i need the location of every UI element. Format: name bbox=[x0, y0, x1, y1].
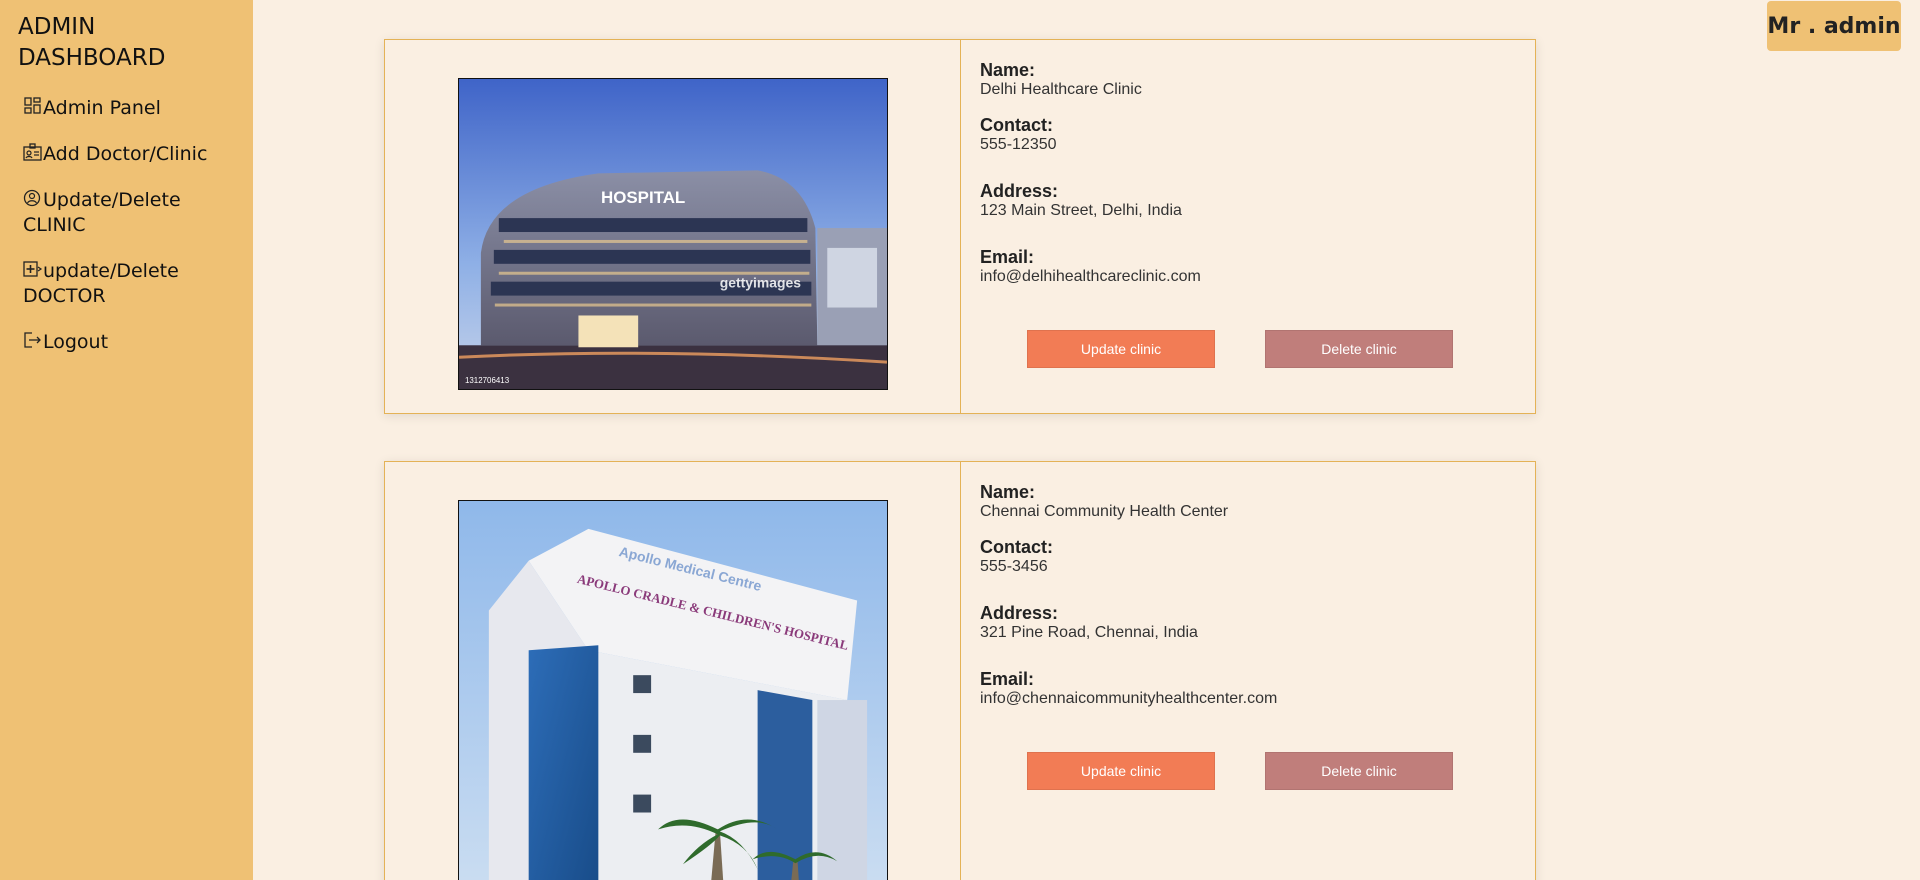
name-label: Name: bbox=[980, 60, 1036, 80]
name-label: Name: bbox=[980, 482, 1036, 502]
contact-label: Contact: bbox=[980, 537, 1053, 557]
sidebar-item-label: Logout bbox=[43, 331, 109, 353]
clinic-address: 321 Pine Road, Chennai, India bbox=[980, 624, 1198, 641]
clinic-address-field: Address: 321 Pine Road, Chennai, India bbox=[980, 603, 1198, 643]
clinic-card: Apollo Medical Centre APOLLO CRADLE & CH… bbox=[384, 461, 1536, 880]
sidebar-item-label: update/Delete DOCTOR bbox=[23, 260, 179, 307]
clinic-address-field: Address: 123 Main Street, Delhi, India bbox=[980, 181, 1182, 221]
update-clinic-button[interactable]: Update clinic bbox=[1027, 752, 1215, 790]
clinic-contact-field: Contact: 555-12350 bbox=[980, 115, 1057, 155]
clinic-email: info@chennaicommunityhealthcenter.com bbox=[980, 690, 1278, 707]
email-label: Email: bbox=[980, 669, 1035, 689]
dashboard-icon bbox=[23, 97, 43, 115]
id-card-icon bbox=[23, 143, 43, 161]
clinic-name-field: Name: Chennai Community Health Center bbox=[980, 482, 1228, 522]
sidebar-item-label: Update/Delete CLINIC bbox=[23, 189, 181, 236]
clinic-email-field: Email: info@delhihealthcareclinic.com bbox=[980, 247, 1201, 287]
user-circle-icon bbox=[23, 189, 43, 207]
clinic-name: Delhi Healthcare Clinic bbox=[980, 81, 1142, 98]
sidebar-item-label: Admin Panel bbox=[43, 97, 161, 119]
clinic-name-field: Name: Delhi Healthcare Clinic bbox=[980, 60, 1142, 100]
clinic-name: Chennai Community Health Center bbox=[980, 503, 1229, 520]
update-clinic-button[interactable]: Update clinic bbox=[1027, 330, 1215, 368]
logout-icon bbox=[23, 331, 43, 349]
clinic-contact: 555-3456 bbox=[980, 558, 1048, 575]
address-label: Address: bbox=[980, 181, 1059, 201]
sidebar-item-update-delete-doctor[interactable]: update/Delete DOCTOR bbox=[23, 259, 243, 309]
card-divider bbox=[960, 40, 961, 413]
sidebar-item-add-doctor-clinic[interactable]: Add Doctor/Clinic bbox=[23, 142, 243, 167]
delete-clinic-button[interactable]: Delete clinic bbox=[1265, 330, 1453, 368]
user-menu-button[interactable]: Mr . admin bbox=[1767, 1, 1901, 51]
dashboard-title: ADMIN DASHBOARD bbox=[18, 14, 166, 71]
photo-id: 1312706413 bbox=[465, 376, 510, 385]
medical-plus-icon bbox=[23, 260, 43, 278]
clinic-email-field: Email: info@chennaicommunityhealthcenter… bbox=[980, 669, 1277, 709]
clinic-contact-field: Contact: 555-3456 bbox=[980, 537, 1053, 577]
clinic-photo: HOSPITAL gettyimages 1312706413 bbox=[458, 78, 888, 390]
clinic-contact: 555-12350 bbox=[980, 136, 1057, 153]
photo-sign-text: HOSPITAL bbox=[601, 188, 685, 207]
delete-clinic-button[interactable]: Delete clinic bbox=[1265, 752, 1453, 790]
sidebar-item-logout[interactable]: Logout bbox=[23, 330, 243, 355]
sidebar-item-update-delete-clinic[interactable]: Update/Delete CLINIC bbox=[23, 188, 243, 238]
address-label: Address: bbox=[980, 603, 1059, 623]
clinic-card: HOSPITAL gettyimages 1312706413 Name: De… bbox=[384, 39, 1536, 414]
email-label: Email: bbox=[980, 247, 1035, 267]
sidebar-nav: Admin Panel Add Doctor/Clinic Update/Del… bbox=[23, 96, 243, 376]
sidebar: ADMIN DASHBOARD Admin Panel Add Doctor/C… bbox=[0, 0, 253, 880]
sidebar-item-admin-panel[interactable]: Admin Panel bbox=[23, 96, 243, 121]
clinic-address: 123 Main Street, Delhi, India bbox=[980, 202, 1182, 219]
contact-label: Contact: bbox=[980, 115, 1053, 135]
clinic-email: info@delhihealthcareclinic.com bbox=[980, 268, 1201, 285]
photo-watermark: gettyimages bbox=[720, 275, 801, 291]
clinic-photo: Apollo Medical Centre APOLLO CRADLE & CH… bbox=[458, 500, 888, 880]
card-divider bbox=[960, 462, 961, 880]
sidebar-item-label: Add Doctor/Clinic bbox=[43, 143, 208, 165]
